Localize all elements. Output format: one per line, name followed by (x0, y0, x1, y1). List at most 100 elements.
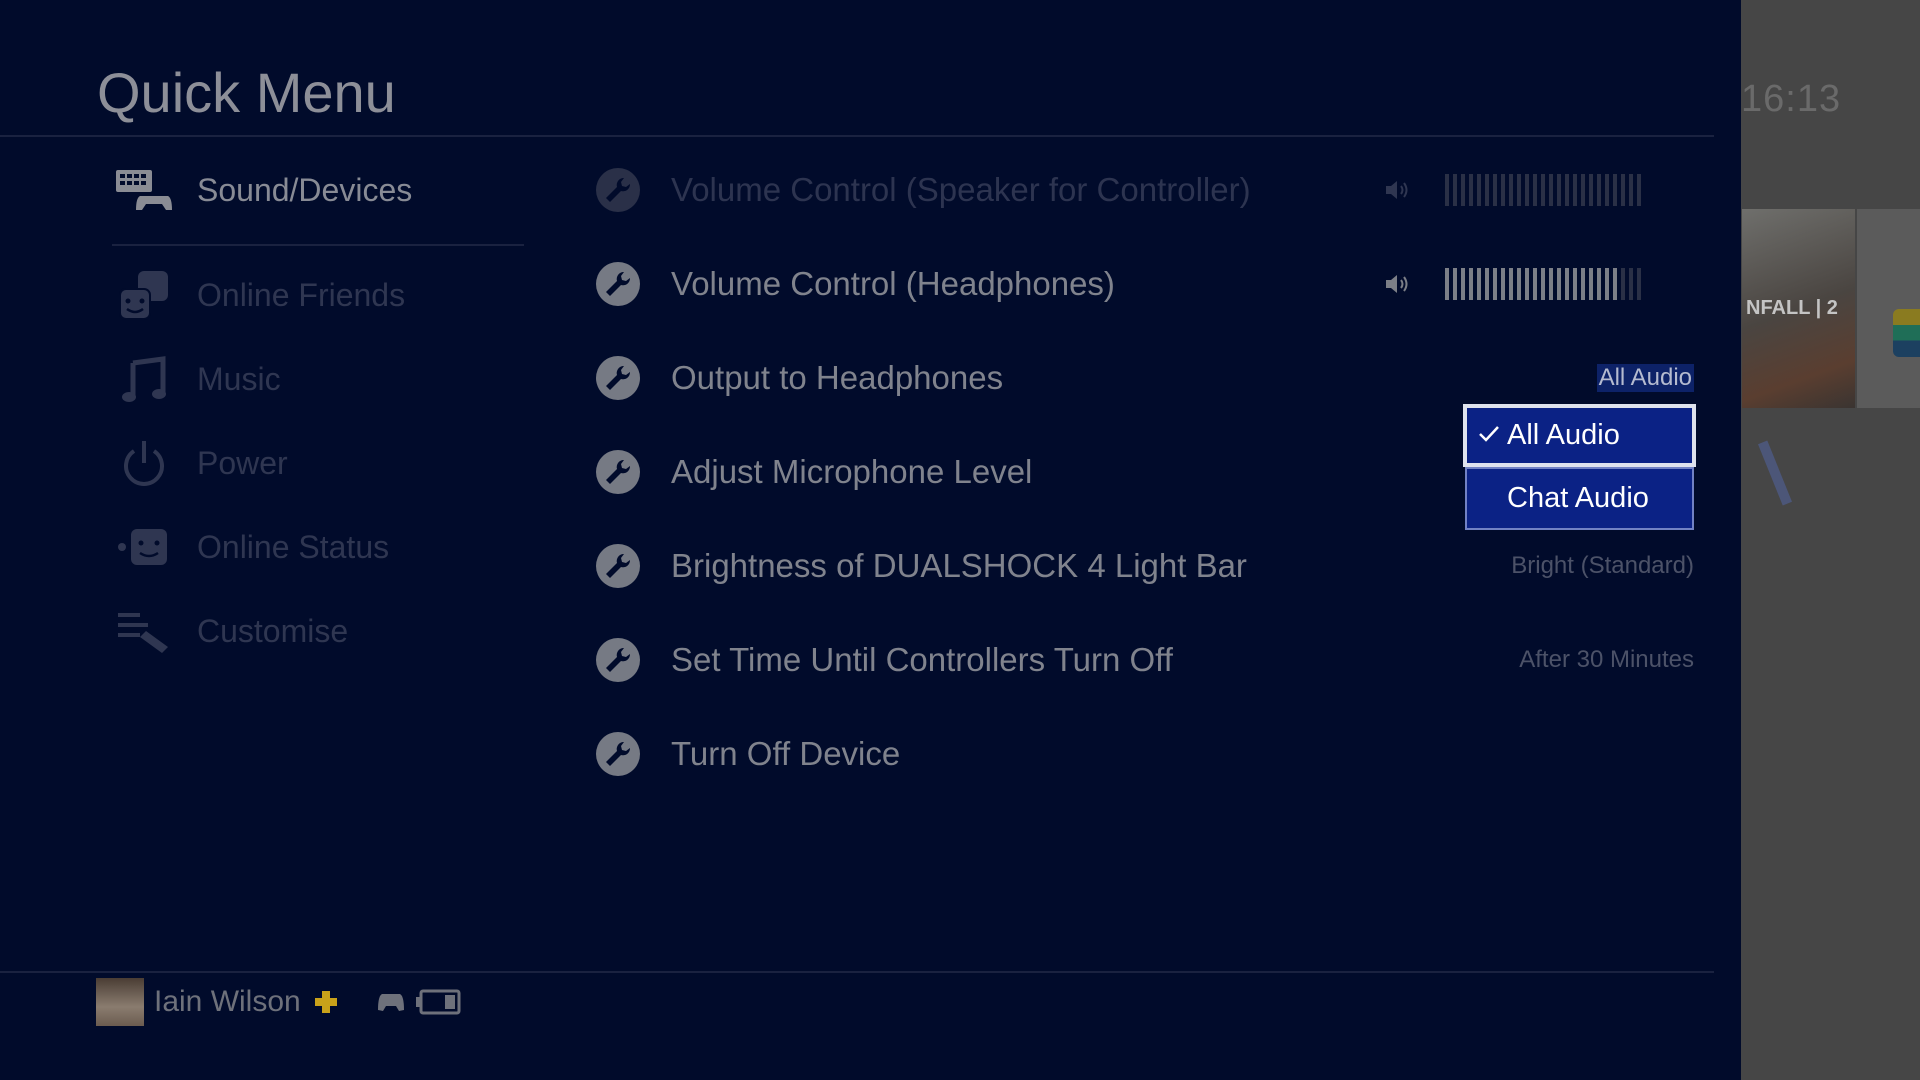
sidebar-item-power[interactable]: Power (112, 433, 532, 493)
volume-slider[interactable] (1445, 268, 1641, 300)
setting-label: Output to Headphones (671, 359, 1004, 396)
volume-bar (1629, 174, 1633, 206)
volume-bar (1589, 268, 1593, 300)
speaker-icon (1386, 181, 1408, 199)
volume-bar (1461, 174, 1465, 206)
setting-light-bar-brightness[interactable]: Brightness of DUALSHOCK 4 Light Bar Brig… (596, 536, 1696, 596)
setting-label: Volume Control (Speaker for Controller) (671, 171, 1251, 208)
setting-value: Bright (Standard) (1511, 552, 1694, 579)
volume-bar (1453, 268, 1457, 300)
game-tile[interactable]: NFALL | 2 (1742, 209, 1855, 408)
setting-turn-off-device[interactable]: Turn Off Device (596, 724, 1696, 784)
volume-bar (1501, 268, 1505, 300)
volume-bar (1565, 174, 1569, 206)
footer: Iain Wilson (96, 978, 461, 1026)
volume-bar (1549, 268, 1553, 300)
music-note-icon (112, 352, 176, 406)
setting-label: Brightness of DUALSHOCK 4 Light Bar (671, 547, 1247, 584)
clock: 16:13 (1741, 78, 1842, 120)
volume-bar (1509, 174, 1513, 206)
dropdown-option-all-audio[interactable]: All Audio (1463, 404, 1696, 467)
controller-icon (377, 994, 404, 1011)
footer-divider (0, 971, 1714, 973)
volume-bar (1557, 268, 1561, 300)
volume-bar (1637, 174, 1641, 206)
wrench-icon (596, 732, 640, 776)
volume-bar (1629, 268, 1633, 300)
setting-value: After 30 Minutes (1519, 646, 1694, 673)
setting-label: Set Time Until Controllers Turn Off (671, 641, 1173, 678)
volume-bar (1621, 268, 1625, 300)
volume-bar (1469, 268, 1473, 300)
volume-bar (1525, 268, 1529, 300)
avatar (96, 978, 144, 1026)
user-name: Iain Wilson (154, 985, 301, 1018)
setting-label: Adjust Microphone Level (671, 453, 1033, 490)
volume-bar (1477, 174, 1481, 206)
volume-bar (1525, 174, 1529, 206)
volume-bar (1597, 268, 1601, 300)
volume-slider[interactable] (1445, 174, 1641, 206)
header-divider (0, 135, 1714, 137)
volume-bar (1453, 174, 1457, 206)
volume-bar (1461, 268, 1465, 300)
setting-output-to-headphones[interactable]: Output to Headphones All Audio (596, 348, 1696, 408)
volume-bar (1605, 174, 1609, 206)
keyboard-controller-icon (112, 163, 176, 217)
volume-bar (1485, 268, 1489, 300)
wrench-icon (596, 168, 640, 212)
sidebar-item-customise[interactable]: Customise (112, 601, 532, 661)
volume-bar (1565, 268, 1569, 300)
volume-bar (1573, 174, 1577, 206)
background-home-screen: 16:13 NFALL | 2 (1741, 0, 1920, 1080)
sidebar-item-sound-devices[interactable]: Sound/Devices (112, 160, 532, 220)
volume-bar (1493, 268, 1497, 300)
volume-bar (1589, 174, 1593, 206)
setting-value: All Audio (1596, 364, 1694, 392)
wrench-icon (596, 638, 640, 682)
setting-volume-headphones[interactable]: Volume Control (Headphones) (596, 254, 1696, 314)
setting-label: Turn Off Device (671, 735, 901, 772)
power-icon (112, 436, 176, 490)
sidebar-item-online-status[interactable]: Online Status (112, 517, 532, 577)
game-tile-title: NFALL | 2 (1746, 297, 1838, 319)
sidebar-item-online-friends[interactable]: Online Friends (112, 265, 532, 325)
online-status-icon (112, 520, 176, 574)
volume-bar (1533, 174, 1537, 206)
volume-bar (1477, 268, 1481, 300)
volume-bar (1445, 174, 1449, 206)
volume-bar (1509, 268, 1513, 300)
volume-bar (1445, 268, 1449, 300)
volume-bar (1605, 268, 1609, 300)
output-dropdown: All Audio Chat Audio (1463, 404, 1696, 530)
volume-bar (1469, 174, 1473, 206)
wrench-icon (596, 356, 640, 400)
volume-bar (1573, 268, 1577, 300)
setting-volume-speaker: Volume Control (Speaker for Controller) (596, 160, 1696, 220)
sidebar-divider (112, 244, 524, 246)
dropdown-option-label: Chat Audio (1507, 482, 1649, 514)
check-icon (1479, 426, 1499, 442)
dropdown-option-chat-audio[interactable]: Chat Audio (1465, 467, 1694, 530)
sidebar-item-label: Online Friends (197, 276, 406, 313)
dropdown-option-label: All Audio (1507, 419, 1620, 451)
volume-bar (1637, 268, 1641, 300)
sidebar-item-label: Customise (197, 612, 349, 649)
sidebar-item-label: Online Status (197, 528, 390, 565)
volume-bar (1581, 174, 1585, 206)
volume-bar (1581, 268, 1585, 300)
wrench-icon (596, 450, 640, 494)
setting-controller-turn-off-time[interactable]: Set Time Until Controllers Turn Off Afte… (596, 630, 1696, 690)
sidebar-item-label: Music (197, 360, 281, 397)
volume-bar (1613, 174, 1617, 206)
setting-label: Volume Control (Headphones) (671, 265, 1115, 302)
wrench-icon (596, 262, 640, 306)
volume-bar (1501, 174, 1505, 206)
app-tile[interactable] (1857, 209, 1920, 408)
friends-icon (112, 268, 176, 322)
sidebar-item-music[interactable]: Music (112, 349, 532, 409)
battery-icon (415, 989, 461, 1015)
wrench-icon (596, 544, 640, 588)
volume-bar (1541, 268, 1545, 300)
volume-bar (1493, 174, 1497, 206)
